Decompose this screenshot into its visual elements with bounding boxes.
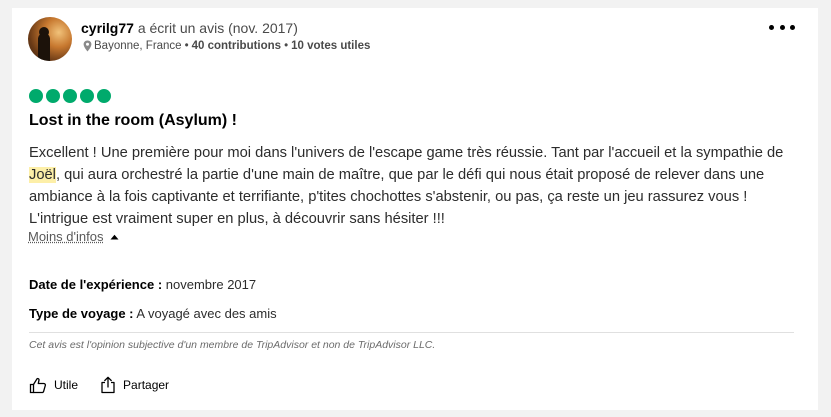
divider	[29, 332, 794, 333]
dot	[779, 24, 785, 30]
helpful-label: Utile	[54, 378, 79, 392]
rating-bubble	[46, 89, 60, 103]
dot	[769, 24, 774, 30]
rating-bubbles	[29, 89, 111, 103]
review-card: cyrilg77 a écrit un avis (nov. 2017) Bay…	[12, 8, 818, 410]
review-body-text: Excellent ! Une première pour moi dans l…	[29, 145, 784, 161]
detail-label: Type de voyage :	[29, 306, 134, 321]
meta-separator: •	[184, 40, 189, 52]
review-disclaimer: Cet avis est l'opinion subjective d'un m…	[29, 339, 436, 351]
rating-bubble	[97, 89, 111, 103]
user-location: Bayonne, France	[94, 40, 182, 52]
rating-bubble	[29, 89, 43, 103]
helpful-button[interactable]: Utile	[29, 377, 78, 394]
toggle-label: Moins d'infos	[28, 229, 104, 244]
location-pin-icon	[83, 40, 92, 52]
highlighted-name: Joël	[29, 167, 56, 183]
detail-value: novembre 2017	[165, 277, 257, 292]
review-actions: Utile Partager	[29, 376, 169, 394]
header-suffix: a écrit un avis (nov. 2017)	[137, 20, 298, 36]
more-dots-icon[interactable]	[769, 20, 795, 34]
share-button[interactable]: Partager	[100, 376, 169, 394]
trip-type: Type de voyage : A voyagé avec des amis	[29, 306, 277, 321]
rating-bubble	[80, 89, 94, 103]
contributions-count: 40 contributions	[191, 40, 282, 52]
detail-value: A voyagé avec des amis	[136, 306, 277, 321]
rating-bubble	[63, 89, 77, 103]
review-body-text: , qui aura orchestré la partie d'une mai…	[29, 167, 765, 227]
helpful-votes-count: 10 votes utiles	[291, 40, 371, 52]
review-title[interactable]: Lost in the room (Asylum) !	[29, 112, 237, 130]
detail-label: Date de l'expérience :	[29, 277, 163, 292]
meta-separator: •	[284, 40, 289, 52]
experience-date: Date de l'expérience : novembre 2017	[29, 277, 256, 292]
avatar[interactable]	[28, 17, 72, 61]
review-header: cyrilg77 a écrit un avis (nov. 2017)	[81, 20, 298, 36]
share-icon	[101, 376, 115, 394]
share-label: Partager	[123, 378, 170, 392]
review-body: Excellent ! Une première pour moi dans l…	[29, 142, 799, 230]
caret-up-icon	[110, 234, 119, 239]
thumbs-up-icon	[29, 377, 47, 393]
username-link[interactable]: cyrilg77	[81, 20, 134, 36]
less-info-toggle[interactable]: Moins d'infos	[28, 229, 119, 244]
user-meta: Bayonne, France • 40 contributions • 10 …	[83, 40, 370, 52]
avatar-silhouette	[38, 33, 50, 61]
dot	[790, 24, 795, 30]
